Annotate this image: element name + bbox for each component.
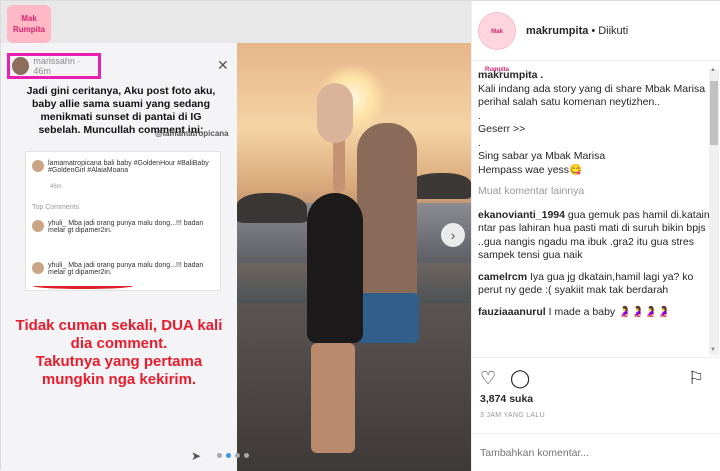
action-bar: ♡ ◯ ⚐ bbox=[472, 357, 720, 397]
heart-icon[interactable]: ♡ bbox=[480, 368, 496, 389]
close-icon: ✕ bbox=[217, 57, 229, 73]
scrollbar-thumb[interactable] bbox=[710, 81, 718, 145]
watermark-logo: Mak Rumpita bbox=[7, 5, 51, 43]
avatar bbox=[32, 262, 44, 274]
story-highlight-text-2: Takutnya yang pertama mungkin nga kekiri… bbox=[35, 353, 203, 388]
scroll-down-icon[interactable]: ▼ bbox=[710, 347, 716, 353]
card-comment-text: yhuli_ Mba jadi orang punya malu dong...… bbox=[48, 262, 204, 276]
like-count[interactable]: 3,874 suka bbox=[480, 393, 533, 405]
card-comment: yhuli_ Mba jadi orang punya malu dong...… bbox=[32, 220, 218, 234]
caption-line: Hempass wae yess😋 bbox=[478, 163, 583, 176]
caption-line: Geserr >> bbox=[478, 123, 526, 135]
comment-list: makrumpita . Kali indang ada story yang … bbox=[478, 69, 710, 357]
card-post-text: lamamatropicana bali baby #GoldenHour #B… bbox=[48, 160, 209, 174]
load-more-comments-button[interactable]: Muat komentar lainnya bbox=[478, 185, 710, 199]
story-highlight-text-1: Tidak cuman sekali, DUA kali dia comment… bbox=[15, 317, 223, 352]
avatar bbox=[32, 160, 44, 172]
avatar bbox=[32, 220, 44, 232]
comment-text: I made a baby 🤰🤰🤰🤰 bbox=[548, 305, 671, 318]
caption-line: . bbox=[478, 136, 481, 149]
story-avatar bbox=[12, 57, 30, 75]
comment-username[interactable]: fauziaaanurul bbox=[478, 306, 546, 318]
story-username: marissahn · 46m bbox=[33, 56, 81, 76]
caption-line: Sing sabar ya Mbak Marisa bbox=[478, 150, 606, 162]
scroll-up-icon[interactable]: ▲ bbox=[710, 67, 716, 73]
caption-line: . bbox=[478, 109, 481, 122]
caption: makrumpita . Kali indang ada story yang … bbox=[478, 69, 710, 177]
caption-username[interactable]: makrumpita . bbox=[478, 69, 710, 83]
woman-figure bbox=[307, 193, 363, 343]
card-comment: yhuli_ Mba jadi orang punya malu dong...… bbox=[32, 262, 218, 276]
header-username[interactable]: makrumpita bbox=[526, 25, 588, 37]
header-separator: • bbox=[591, 24, 596, 37]
woman-legs bbox=[311, 343, 355, 453]
comment-item: ekanovianti_1994 gua gemuk pas hamil di.… bbox=[478, 209, 710, 263]
comment-username[interactable]: camelrcm bbox=[478, 271, 527, 283]
story-header-highlight: marissahn · 46m bbox=[7, 53, 101, 79]
post-header: Mak Rumpita makrumpita • Diikuti bbox=[472, 1, 720, 73]
carousel-dots bbox=[217, 453, 249, 458]
carousel-dot bbox=[217, 453, 222, 458]
rock bbox=[237, 193, 307, 223]
carousel-dot bbox=[235, 453, 240, 458]
comment-icon[interactable]: ◯ bbox=[510, 368, 530, 389]
story-comment-card: lamamatropicana bali baby #GoldenHour #B… bbox=[25, 151, 221, 291]
avatar[interactable]: Mak Rumpita bbox=[478, 11, 516, 73]
beach-photo bbox=[237, 43, 471, 471]
post-media: Mak Rumpita marissahn · 46m ✕ Jadi gini … bbox=[1, 1, 471, 471]
card-comment-text: yhuli_ Mba jadi orang punya malu dong...… bbox=[48, 220, 204, 234]
red-underline-annotation bbox=[33, 283, 133, 289]
comment-item: camelrcm Iya gua jg dkatain,hamil lagi y… bbox=[478, 271, 710, 298]
carousel-dot bbox=[244, 453, 249, 458]
send-icon: ➤ bbox=[191, 449, 202, 463]
chevron-right-icon[interactable]: › bbox=[441, 223, 465, 247]
baby-figure bbox=[317, 83, 353, 143]
card-time: 46m bbox=[50, 184, 62, 190]
post-modal: Mak Rumpita marissahn · 46m ✕ Jadi gini … bbox=[0, 0, 720, 471]
comment-item: fauziaaanurul I made a baby 🤰🤰🤰🤰 bbox=[478, 306, 710, 320]
comment-box bbox=[472, 433, 720, 471]
carousel-dot-active bbox=[226, 453, 231, 458]
man-shorts bbox=[357, 293, 419, 343]
card-top-comments: Top Comments bbox=[32, 204, 80, 211]
bookmark-icon[interactable]: ⚐ bbox=[688, 368, 704, 389]
follow-button[interactable]: Diikuti bbox=[598, 25, 628, 37]
comment-username[interactable]: ekanovianti_1994 bbox=[478, 209, 565, 221]
story-mention-tag: @lamamatropicana bbox=[155, 129, 229, 138]
post-timestamp: 3 JAM YANG LALU bbox=[480, 412, 545, 419]
card-post: lamamatropicana bali baby #GoldenHour #B… bbox=[32, 160, 212, 174]
caption-text: Kali indang ada story yang di share Mbak… bbox=[478, 82, 706, 109]
comment-input[interactable] bbox=[480, 444, 710, 462]
post-sidebar: Mak Rumpita makrumpita • Diikuti makrump… bbox=[471, 1, 720, 471]
